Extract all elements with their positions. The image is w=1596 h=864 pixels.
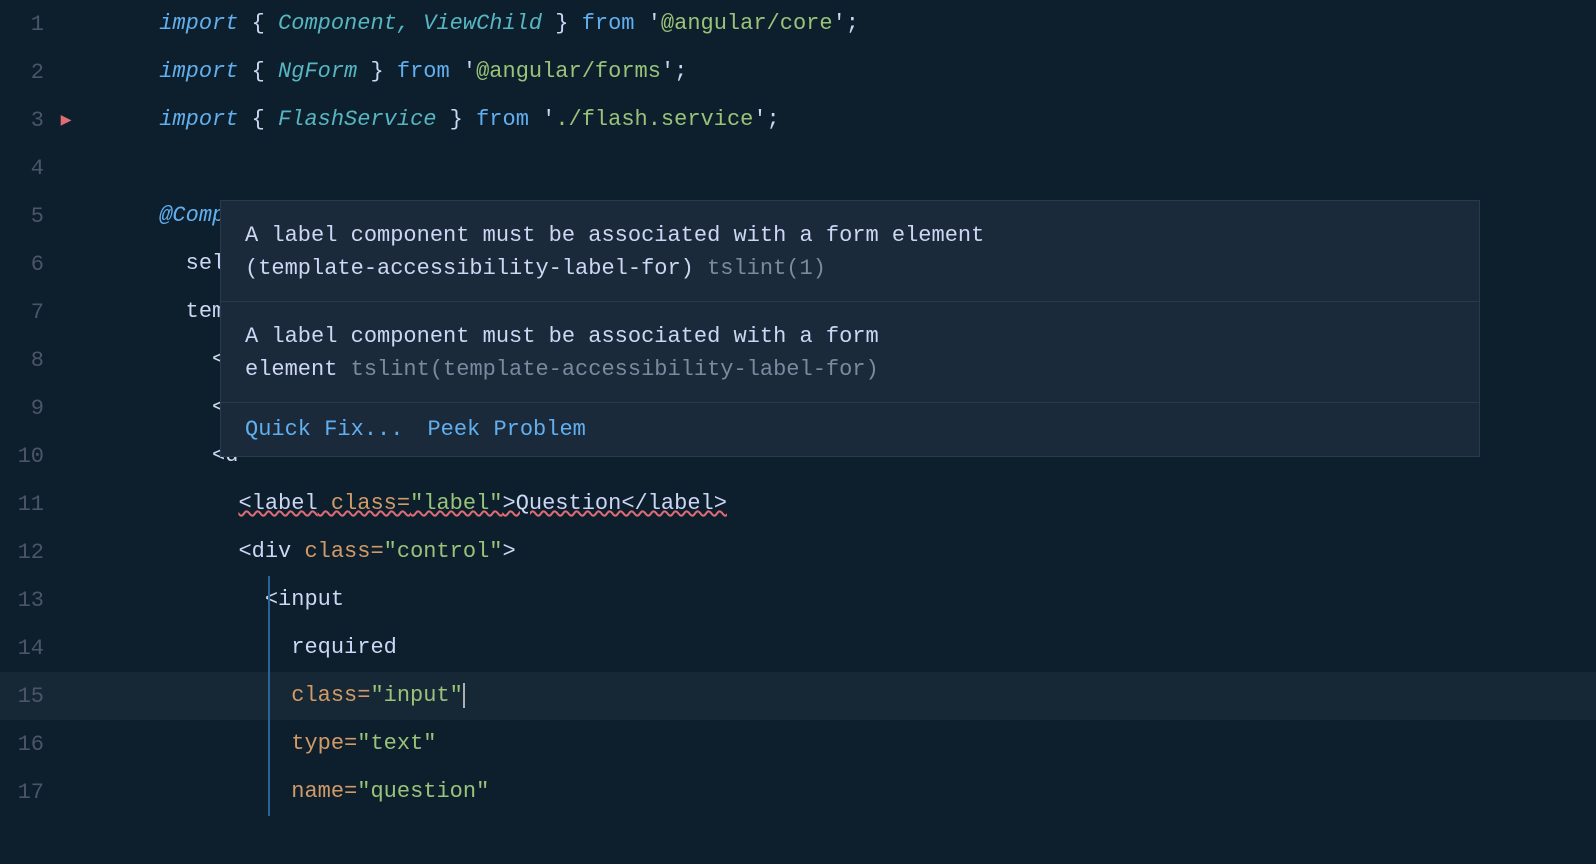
line-num-9: 9 <box>0 396 60 421</box>
indent-guide-17 <box>268 768 270 816</box>
line-num-6: 6 <box>0 252 60 277</box>
line-num-12: 12 <box>0 540 60 565</box>
tooltip-section-1: A label component must be associated wit… <box>221 201 1479 302</box>
gutter-3: ▶ <box>60 109 72 131</box>
line-num-13: 13 <box>0 588 60 613</box>
line-num-5: 5 <box>0 204 60 229</box>
quick-fix-button[interactable]: Quick Fix... <box>245 413 403 446</box>
line-num-17: 17 <box>0 780 60 805</box>
code-editor: 1 import { Component, ViewChild } from '… <box>0 0 1596 864</box>
line-num-8: 8 <box>0 348 60 373</box>
tooltip-popup: A label component must be associated wit… <box>220 200 1480 457</box>
line-content-17: name="question" <box>72 720 1596 864</box>
line-num-2: 2 <box>0 60 60 85</box>
code-line-4: 4 <box>0 144 1596 192</box>
breakpoint-arrow: ▶ <box>61 109 72 131</box>
peek-problem-button[interactable]: Peek Problem <box>427 413 585 446</box>
line-num-10: 10 <box>0 444 60 469</box>
tooltip-msg2-line2-main: element <box>245 357 337 382</box>
code-line-17: 17 name="question" <box>0 768 1596 816</box>
line-num-4: 4 <box>0 156 60 181</box>
tooltip-msg1-tslint: tslint(1) <box>694 256 826 281</box>
tooltip-msg1-line1: A label component must be associated wit… <box>245 223 984 248</box>
tooltip-msg2-line1: A label component must be associated wit… <box>245 324 879 349</box>
code-line-3: 3 ▶ import { FlashService } from './flas… <box>0 96 1596 144</box>
line-num-16: 16 <box>0 732 60 757</box>
line-num-1: 1 <box>0 12 60 37</box>
tooltip-msg1-line2-main: (template-accessibility-label-for) <box>245 256 694 281</box>
line-num-14: 14 <box>0 636 60 661</box>
tooltip-message-2: A label component must be associated wit… <box>245 320 1455 386</box>
keyword-import-3: import <box>159 107 238 132</box>
tooltip-msg2-tslint: tslint(template-accessibility-label-for) <box>337 357 878 382</box>
tooltip-actions-bar: Quick Fix... Peek Problem <box>221 403 1479 456</box>
tooltip-message-1: A label component must be associated wit… <box>245 219 1455 285</box>
line-num-7: 7 <box>0 300 60 325</box>
tooltip-section-2: A label component must be associated wit… <box>221 302 1479 403</box>
line-num-15: 15 <box>0 684 60 709</box>
line-num-11: 11 <box>0 492 60 517</box>
line-num-3: 3 <box>0 108 60 133</box>
